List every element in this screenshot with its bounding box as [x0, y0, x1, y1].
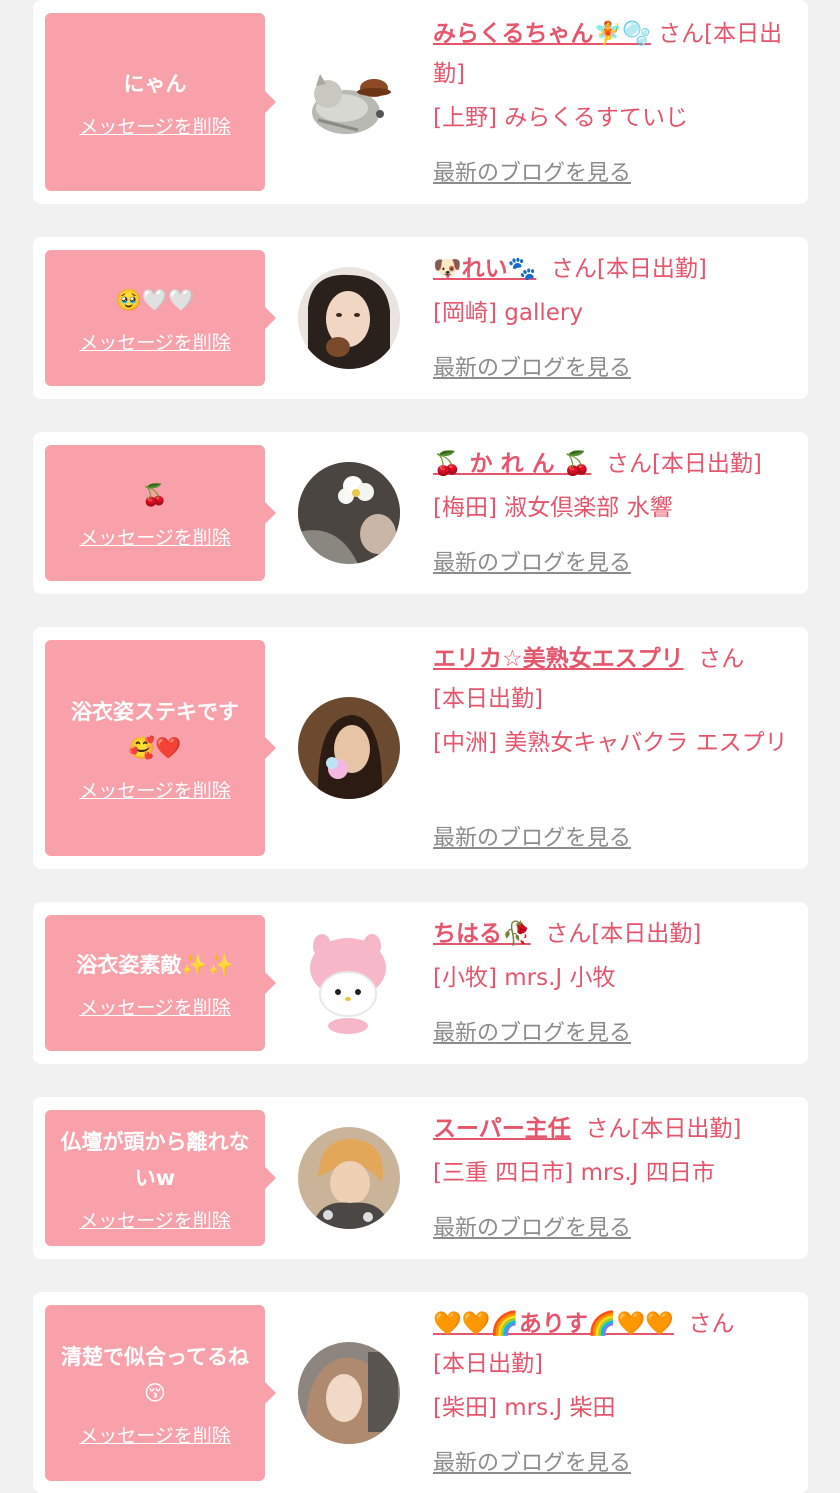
message-card: 浴衣姿ステキです🥰❤️ メッセージを削除 エリカ☆美熟女エスプリ さん [本日出…: [33, 627, 808, 869]
message-bubble: 清楚で似合ってるね😚 メッセージを削除: [45, 1305, 276, 1481]
name-prefix-emoji: 🐶: [433, 256, 462, 282]
message-bubble: 🍒 メッセージを削除: [45, 445, 276, 581]
name-emoji: 🍒: [562, 451, 592, 477]
cast-photo-avatar[interactable]: [298, 697, 400, 799]
delete-message-link[interactable]: メッセージを削除: [79, 1421, 231, 1448]
cast-name-link[interactable]: 🐶れい🐾: [433, 256, 536, 282]
cast-name-link[interactable]: 🧡🧡🌈ありす🌈🧡🧡: [433, 1311, 674, 1337]
message-card: 仏壇が頭から離れないw メッセージを削除 スーパー主任 さん[本日出勤] [三重…: [33, 1097, 808, 1259]
message-text: 🥹🤍🤍: [115, 287, 195, 312]
message-bubble: 浴衣姿ステキです🥰❤️ メッセージを削除: [45, 640, 276, 856]
name-emoji: 🥀: [502, 921, 531, 947]
shop-name: [上野] みらくるすていじ: [433, 105, 689, 131]
latest-blog-link[interactable]: 最新のブログを見る: [433, 1014, 631, 1054]
latest-blog-link[interactable]: 最新のブログを見る: [433, 349, 631, 389]
cast-photo-avatar[interactable]: [298, 462, 400, 564]
shop-name: [中洲] 美熟女キャバクラ エスプリ: [433, 730, 788, 756]
attendance-status: [本日出勤]: [631, 1116, 742, 1142]
shop-name: [梅田] 淑女倶楽部 水響: [433, 495, 673, 521]
cast-info: 🐶れい🐾 さん[本日出勤] [岡崎] gallery 最新のブログを見る: [433, 249, 790, 389]
honorific: さん: [550, 256, 597, 282]
latest-blog-link[interactable]: 最新のブログを見る: [433, 544, 631, 584]
cast-name-link[interactable]: ちはる🥀: [433, 921, 531, 947]
honorific: さん: [688, 1311, 735, 1337]
honorific: さん: [545, 921, 592, 947]
message-text: 🍒: [141, 482, 169, 507]
honorific: さん: [658, 21, 705, 47]
cast-info: ちはる🥀 さん[本日出勤] [小牧] mrs.J 小牧 最新のブログを見る: [433, 914, 790, 1054]
cast-name-link[interactable]: 🍒 か れ ん 🍒: [433, 451, 591, 477]
cast-info: スーパー主任 さん[本日出勤] [三重 四日市] mrs.J 四日市 最新のブロ…: [433, 1109, 790, 1249]
cast-photo-avatar[interactable]: [298, 1127, 400, 1229]
cat-sticker-avatar[interactable]: [298, 50, 400, 152]
message-text: にゃん: [123, 71, 187, 96]
message-text: 浴衣姿素敵✨✨: [76, 952, 234, 977]
message-text: 仏壇が頭から離れないw: [60, 1129, 250, 1190]
cast-name-link[interactable]: スーパー主任: [433, 1116, 571, 1142]
cast-info: 🍒 か れ ん 🍒 さん[本日出勤] [梅田] 淑女倶楽部 水響 最新のブログを…: [433, 444, 790, 584]
attendance-status: [本日出勤]: [596, 256, 707, 282]
message-card: にゃん メッセージを削除 みらくるちゃん🧚🫧 さん[本日出勤] [上野] みらく…: [33, 0, 808, 204]
cast-photo-avatar[interactable]: [298, 267, 400, 369]
latest-blog-link[interactable]: 最新のブログを見る: [433, 819, 631, 859]
message-text: 浴衣姿ステキです🥰❤️: [71, 699, 239, 760]
latest-blog-link[interactable]: 最新のブログを見る: [433, 1209, 631, 1249]
name-prefix-emoji: 🍒: [433, 451, 462, 477]
honorific: さん: [585, 1116, 632, 1142]
shop-name: [柴田] mrs.J 柴田: [433, 1395, 616, 1421]
cast-info: エリカ☆美熟女エスプリ さん [本日出勤] [中洲] 美熟女キャバクラ エスプリ…: [433, 639, 790, 859]
name-prefix-emoji: 🧡🧡🌈: [433, 1311, 519, 1337]
name-emoji: 🧚🫧: [593, 21, 651, 47]
plush-toy-avatar[interactable]: [298, 932, 400, 1034]
cast-name-link[interactable]: エリカ☆美熟女エスプリ: [433, 646, 684, 672]
attendance-status: [本日出勤]: [651, 451, 762, 477]
message-card: 浴衣姿素敵✨✨ メッセージを削除 ちはる🥀 さん[本日出勤] [小牧] mrs.…: [33, 902, 808, 1064]
delete-message-link[interactable]: メッセージを削除: [79, 1206, 231, 1233]
shop-name: [岡崎] gallery: [433, 300, 583, 326]
message-bubble: 🥹🤍🤍 メッセージを削除: [45, 250, 276, 386]
attendance-status: [本日出勤]: [433, 1351, 543, 1377]
honorific: さん: [698, 646, 745, 672]
latest-blog-link[interactable]: 最新のブログを見る: [433, 154, 631, 194]
attendance-status: [本日出勤]: [433, 686, 543, 712]
delete-message-link[interactable]: メッセージを削除: [79, 993, 231, 1020]
honorific: さん: [605, 451, 652, 477]
delete-message-link[interactable]: メッセージを削除: [79, 523, 231, 550]
message-card: 🍒 メッセージを削除 🍒 か れ ん 🍒 さん[本日出勤] [梅田] 淑女倶楽部…: [33, 432, 808, 594]
latest-blog-link[interactable]: 最新のブログを見る: [433, 1444, 631, 1484]
message-bubble: 浴衣姿素敵✨✨ メッセージを削除: [45, 915, 276, 1051]
message-bubble: にゃん メッセージを削除: [45, 13, 276, 191]
cast-name-link[interactable]: みらくるちゃん🧚🫧: [433, 21, 651, 47]
shop-name: [小牧] mrs.J 小牧: [433, 965, 616, 991]
name-emoji: 🌈🧡🧡: [587, 1311, 674, 1337]
attendance-status: [本日出勤]: [591, 921, 702, 947]
name-emoji: 🐾: [507, 256, 537, 282]
message-text: 清楚で似合ってるね😚: [61, 1344, 249, 1405]
message-card: 🥹🤍🤍 メッセージを削除 🐶れい🐾 さん[本日出勤] [岡崎] gallery …: [33, 237, 808, 399]
message-bubble: 仏壇が頭から離れないw メッセージを削除: [45, 1110, 276, 1246]
delete-message-link[interactable]: メッセージを削除: [79, 112, 231, 139]
cast-info: 🧡🧡🌈ありす🌈🧡🧡 さん [本日出勤] [柴田] mrs.J 柴田 最新のブログ…: [433, 1304, 790, 1489]
shop-name: [三重 四日市] mrs.J 四日市: [433, 1160, 715, 1186]
delete-message-link[interactable]: メッセージを削除: [79, 776, 231, 803]
cast-info: みらくるちゃん🧚🫧 さん[本日出勤] [上野] みらくるすていじ 最新のブログを…: [433, 14, 790, 194]
message-card: 清楚で似合ってるね😚 メッセージを削除 🧡🧡🌈ありす🌈🧡🧡 さん [本日出勤] …: [33, 1292, 808, 1493]
delete-message-link[interactable]: メッセージを削除: [79, 328, 231, 355]
cast-photo-avatar[interactable]: [298, 1342, 400, 1444]
